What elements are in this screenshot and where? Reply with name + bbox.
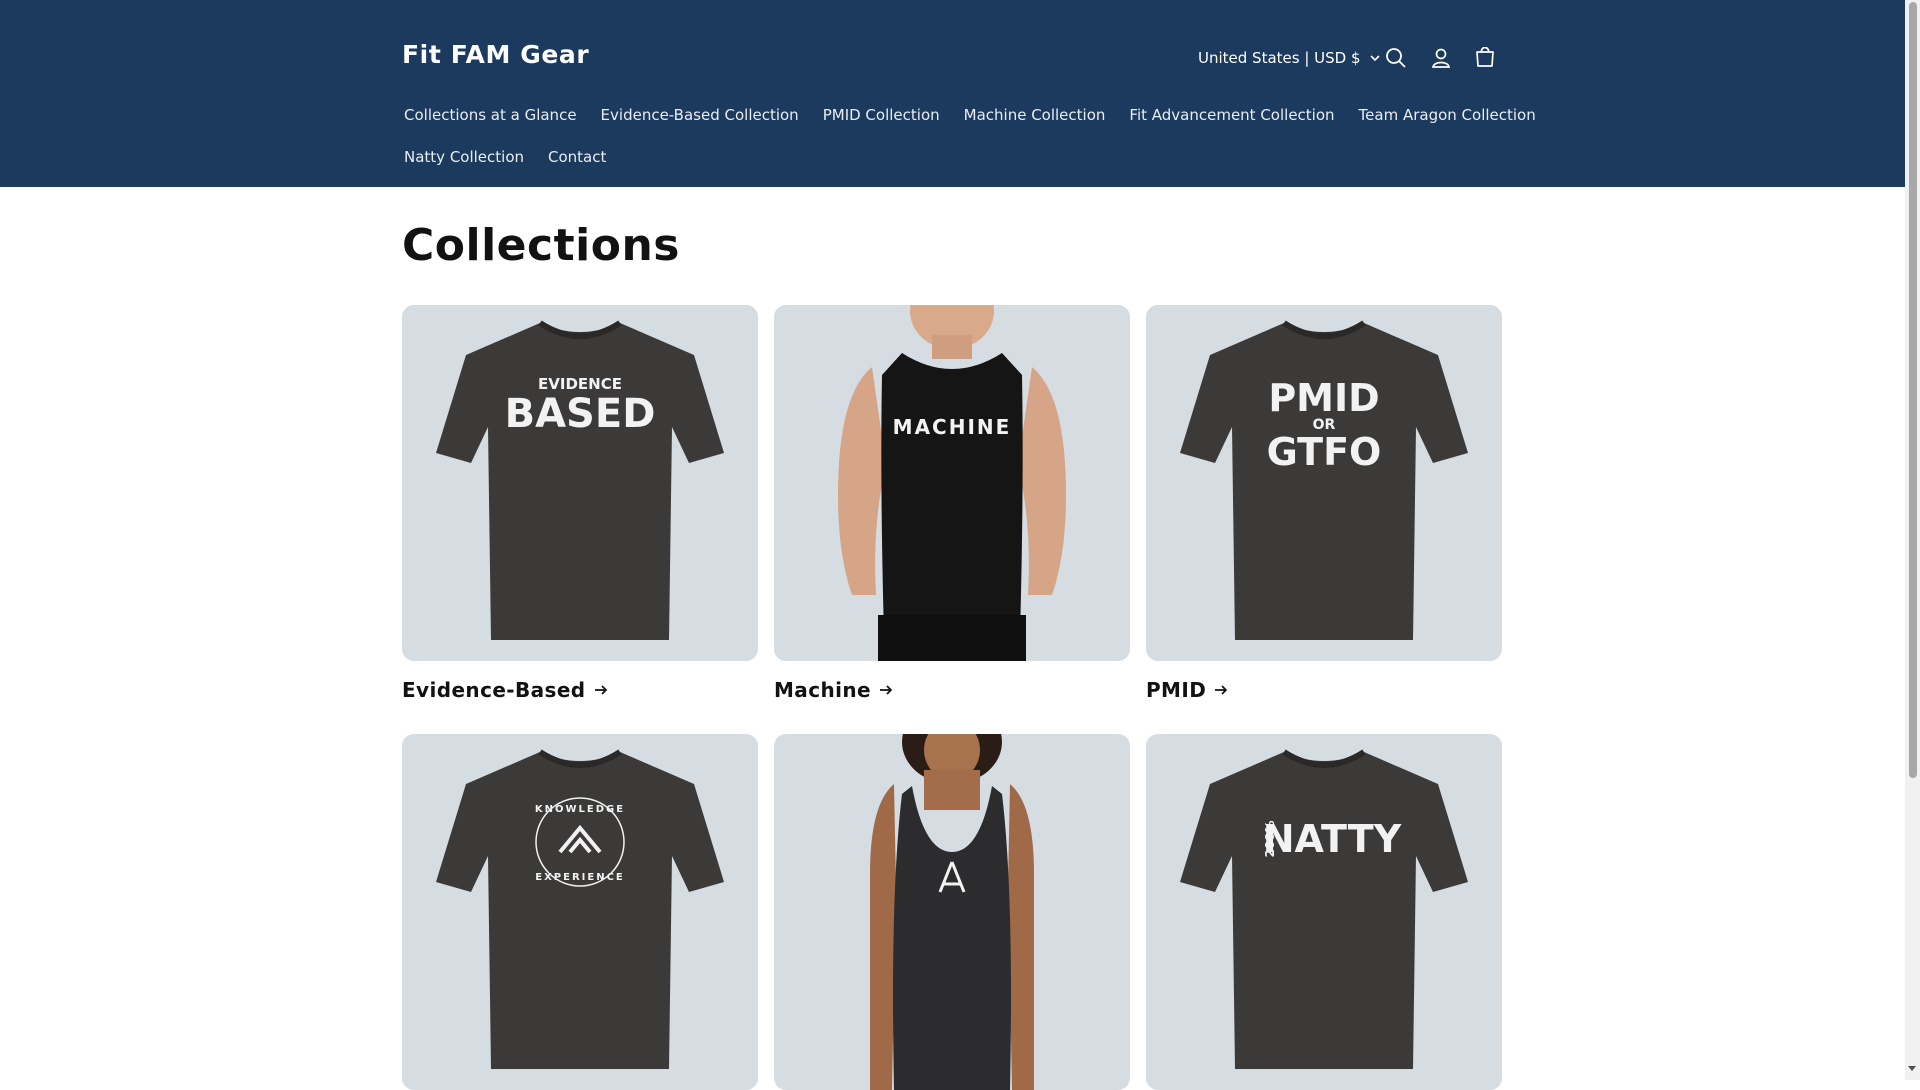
main-nav-row-1: Collections at a Glance Evidence-Based C… xyxy=(392,100,1548,130)
collection-card-natty[interactable]: 200% NATTY xyxy=(1146,734,1502,1090)
scrollbar-thumb[interactable] xyxy=(1909,2,1917,778)
nav-link-evidence-based-collection[interactable]: Evidence-Based Collection xyxy=(589,100,811,130)
nav-link-pmid-collection[interactable]: PMID Collection xyxy=(811,100,952,130)
collection-image-tshirt[interactable]: EVIDENCE BASED xyxy=(402,305,758,661)
collection-image-tshirt[interactable]: PMID OR GTFO xyxy=(1146,305,1502,661)
nav-link-team-aragon-collection[interactable]: Team Aragon Collection xyxy=(1347,100,1548,130)
cart-button[interactable] xyxy=(1467,40,1503,76)
search-button[interactable] xyxy=(1378,40,1414,76)
arrow-right-icon xyxy=(879,685,893,695)
shirt-print-line-2: BASED xyxy=(505,391,656,437)
collection-image-muscle-tank[interactable]: MACHINE xyxy=(774,305,1130,661)
nav-link-natty-collection[interactable]: Natty Collection xyxy=(392,142,536,172)
nav-link-collections-at-a-glance[interactable]: Collections at a Glance xyxy=(392,100,589,130)
account-icon xyxy=(1431,48,1451,68)
collection-card-pmid[interactable]: PMID OR GTFO PMID xyxy=(1146,305,1502,702)
collection-title: PMID xyxy=(1146,678,1207,702)
arrow-right-icon xyxy=(1215,685,1228,695)
collection-card-fit-advancement[interactable]: KNOWLEDGE EXPERIENCE xyxy=(402,734,758,1090)
search-icon xyxy=(1386,48,1406,68)
page-scrollbar[interactable] xyxy=(1905,0,1920,1080)
account-button[interactable] xyxy=(1423,40,1459,76)
shirt-print-line-3: GTFO xyxy=(1267,430,1382,474)
locale-label: United States | USD $ xyxy=(1198,49,1361,67)
collection-image-racerback-tank[interactable] xyxy=(774,734,1130,1090)
site-header: Fit FAM Gear United States | USD $ Colle… xyxy=(0,0,1905,187)
page-title: Collections xyxy=(402,220,680,271)
shirt-print-line-2: NATTY xyxy=(1263,817,1402,861)
shirt-print-line-1: MACHINE xyxy=(893,415,1012,439)
main-nav-row-2: Natty Collection Contact xyxy=(392,142,618,172)
collection-image-tshirt[interactable]: 200% NATTY xyxy=(1146,734,1502,1090)
scroll-down-arrow-icon[interactable] xyxy=(1908,1066,1916,1071)
logo-text-top: KNOWLEDGE xyxy=(535,804,625,815)
collection-card-evidence-based[interactable]: EVIDENCE BASED Evidence-Based xyxy=(402,305,758,702)
cart-icon xyxy=(1476,47,1494,67)
arrow-right-icon xyxy=(594,685,607,695)
collection-card-team-aragon[interactable] xyxy=(774,734,1130,1090)
store-logo[interactable]: Fit FAM Gear xyxy=(402,40,589,69)
collection-card-machine[interactable]: MACHINE Machine xyxy=(774,305,1130,702)
nav-link-contact[interactable]: Contact xyxy=(536,142,618,172)
country-currency-selector[interactable]: United States | USD $ xyxy=(1190,40,1389,76)
shirt-print-line-1: PMID xyxy=(1268,376,1379,420)
collection-title: Machine xyxy=(774,678,871,702)
collection-title: Evidence-Based xyxy=(402,678,586,702)
collection-image-tshirt[interactable]: KNOWLEDGE EXPERIENCE xyxy=(402,734,758,1090)
nav-link-fit-advancement-collection[interactable]: Fit Advancement Collection xyxy=(1117,100,1346,130)
nav-link-machine-collection[interactable]: Machine Collection xyxy=(952,100,1118,130)
logo-text-bottom: EXPERIENCE xyxy=(535,872,625,883)
